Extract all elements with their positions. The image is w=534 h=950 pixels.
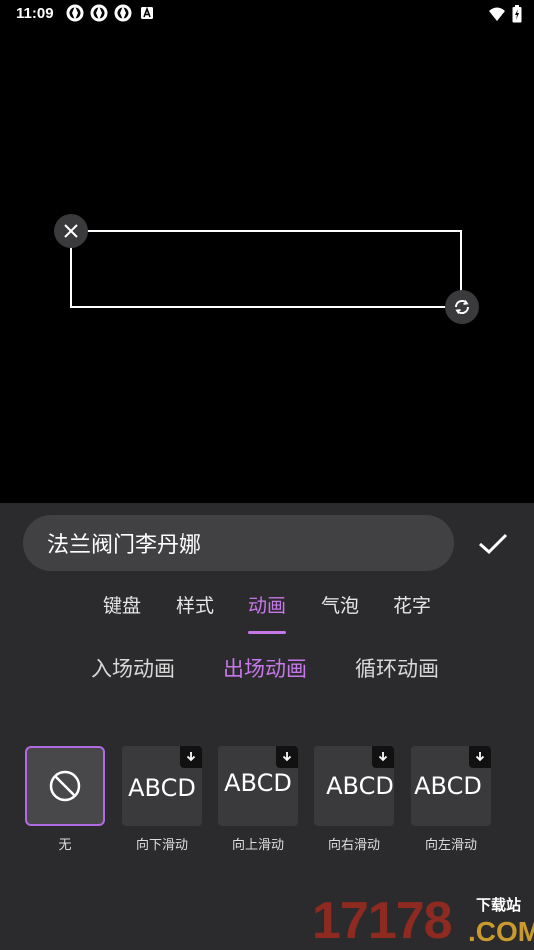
text-bounding-box[interactable]: [70, 230, 462, 308]
animation-item-slide-left[interactable]: ABCD 向左滑动: [411, 746, 493, 853]
text-edit-panel: 键盘 样式 动画 气泡 花字 入场动画 出场动画 循环动画 无 ABCD 向下滑…: [0, 503, 534, 950]
animation-list: 无 ABCD 向下滑动 ABCD 向上滑动 ABCD 向右滑动 ABCD 向左滑…: [0, 746, 534, 866]
download-icon: [378, 752, 388, 762]
animation-preview-text: ABCD: [326, 772, 394, 800]
confirm-button[interactable]: [474, 525, 512, 563]
a-badge-icon: [141, 6, 153, 19]
animation-preview-text: ABCD: [414, 772, 482, 800]
active-tab-indicator: [248, 631, 286, 634]
animation-item-none[interactable]: 无: [25, 746, 107, 853]
tab-bubble[interactable]: 气泡: [321, 591, 359, 618]
close-icon: [64, 224, 78, 238]
animation-preview-text: ABCD: [224, 769, 292, 797]
rotate-icon: [454, 299, 470, 315]
no-entry-icon: [49, 770, 81, 802]
remove-text-button[interactable]: [54, 214, 88, 248]
animation-item-slide-up[interactable]: ABCD 向上滑动: [218, 746, 300, 853]
aperture-icon: [114, 4, 132, 22]
battery-charging-icon: [512, 5, 522, 23]
subtab-loop-animation[interactable]: 循环动画: [355, 653, 439, 683]
animation-subtabs: 入场动画 出场动画 循环动画: [0, 653, 534, 689]
animation-label: 无: [58, 838, 72, 853]
tab-style[interactable]: 样式: [176, 591, 214, 618]
aperture-icon: [90, 4, 108, 22]
check-icon: [479, 533, 508, 555]
tab-keyboard[interactable]: 键盘: [103, 591, 141, 618]
system-icons: [488, 5, 522, 23]
animation-label: 向右滑动: [327, 838, 380, 853]
subtab-out-animation[interactable]: 出场动画: [223, 653, 307, 683]
animation-thumb[interactable]: ABCD: [314, 746, 394, 826]
download-badge: [180, 746, 202, 768]
download-icon: [475, 752, 485, 762]
animation-thumb[interactable]: [25, 746, 105, 826]
rotate-scale-handle[interactable]: [445, 290, 479, 324]
wifi-icon: [489, 7, 505, 21]
download-badge: [372, 746, 394, 768]
animation-preview-text: ABCD: [128, 774, 196, 802]
notification-icons: [66, 4, 156, 22]
animation-label: 向上滑动: [231, 838, 284, 853]
tab-animation[interactable]: 动画: [248, 591, 286, 618]
video-preview-canvas[interactable]: [0, 28, 534, 503]
tab-fancy-text[interactable]: 花字: [393, 591, 431, 618]
download-icon: [186, 752, 196, 762]
animation-thumb[interactable]: ABCD: [218, 746, 298, 826]
watermark-cn-text: 下载站: [476, 896, 522, 914]
status-time: 11:09: [16, 5, 54, 22]
download-badge: [276, 746, 298, 768]
status-bar: 11:09: [0, 0, 534, 28]
text-input[interactable]: [47, 529, 427, 557]
subtab-in-animation[interactable]: 入场动画: [91, 653, 175, 683]
download-icon: [282, 752, 292, 762]
watermark-number: 17178: [312, 892, 453, 950]
site-watermark: 17178 下载站 .COM: [312, 892, 534, 950]
animation-label: 向左滑动: [424, 838, 477, 853]
watermark-com-text: .COM: [468, 916, 534, 947]
aperture-icon: [66, 4, 84, 22]
animation-thumb[interactable]: ABCD: [411, 746, 491, 826]
animation-item-slide-right[interactable]: ABCD 向右滑动: [314, 746, 396, 853]
text-input-wrapper: [23, 515, 454, 571]
animation-label: 向下滑动: [135, 838, 188, 853]
panel-tabs: 键盘 样式 动画 气泡 花字: [0, 591, 534, 641]
animation-thumb[interactable]: ABCD: [122, 746, 202, 826]
download-badge: [469, 746, 491, 768]
animation-item-slide-down[interactable]: ABCD 向下滑动: [122, 746, 204, 853]
